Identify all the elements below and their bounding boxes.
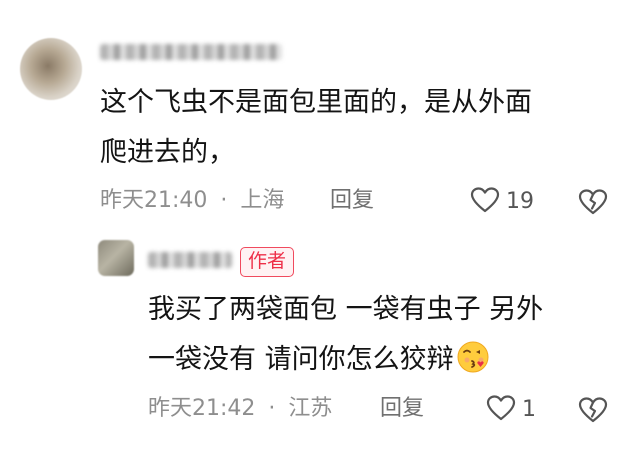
face-blowing-kiss-emoji bbox=[456, 340, 490, 374]
like-count: 19 bbox=[506, 189, 534, 214]
like-button[interactable]: 19 bbox=[470, 186, 534, 218]
reply-button[interactable]: 回复 bbox=[330, 186, 374, 216]
comment-text: 我买了两袋面包 一袋有虫子 另外 一袋没有 请问你怎么狡辩 bbox=[148, 285, 618, 385]
comment-text-segment: 一袋没有 请问你怎么狡辩 bbox=[148, 344, 454, 375]
broken-heart-icon bbox=[578, 397, 608, 428]
comment-text: 这个飞虫不是面包里面的，是从外面 爬进去的， bbox=[100, 78, 620, 178]
like-button[interactable]: 1 bbox=[486, 394, 536, 426]
comment-meta: 昨天21:42 · 江苏 bbox=[148, 394, 332, 424]
username-blurred[interactable] bbox=[148, 252, 232, 268]
dislike-button[interactable] bbox=[578, 396, 608, 428]
comment-location: 江苏 bbox=[288, 396, 333, 421]
comment-text-line: 爬进去的， bbox=[100, 137, 235, 168]
comment-text-line: 这个飞虫不是面包里面的，是从外面 bbox=[100, 87, 532, 118]
author-badge: 作者 bbox=[240, 247, 295, 277]
comment-time: 昨天21:40 bbox=[100, 188, 208, 213]
avatar[interactable] bbox=[98, 240, 134, 276]
dislike-button[interactable] bbox=[578, 188, 608, 220]
reply-button[interactable]: 回复 bbox=[380, 394, 424, 424]
meta-separator: · bbox=[268, 396, 276, 421]
like-count: 1 bbox=[522, 397, 536, 422]
comment-text-line: 我买了两袋面包 一袋有虫子 另外 bbox=[148, 294, 544, 325]
avatar[interactable] bbox=[20, 38, 82, 100]
username-blurred[interactable] bbox=[100, 44, 282, 60]
comment-text-line: 一袋没有 请问你怎么狡辩 bbox=[148, 335, 618, 385]
meta-separator: · bbox=[220, 188, 228, 213]
comment-location: 上海 bbox=[240, 188, 285, 213]
heart-outline-icon bbox=[470, 186, 500, 218]
comment-time: 昨天21:42 bbox=[148, 396, 256, 421]
heart-outline-icon bbox=[486, 394, 516, 426]
comment-meta: 昨天21:40 · 上海 bbox=[100, 186, 284, 216]
broken-heart-icon bbox=[578, 189, 608, 220]
